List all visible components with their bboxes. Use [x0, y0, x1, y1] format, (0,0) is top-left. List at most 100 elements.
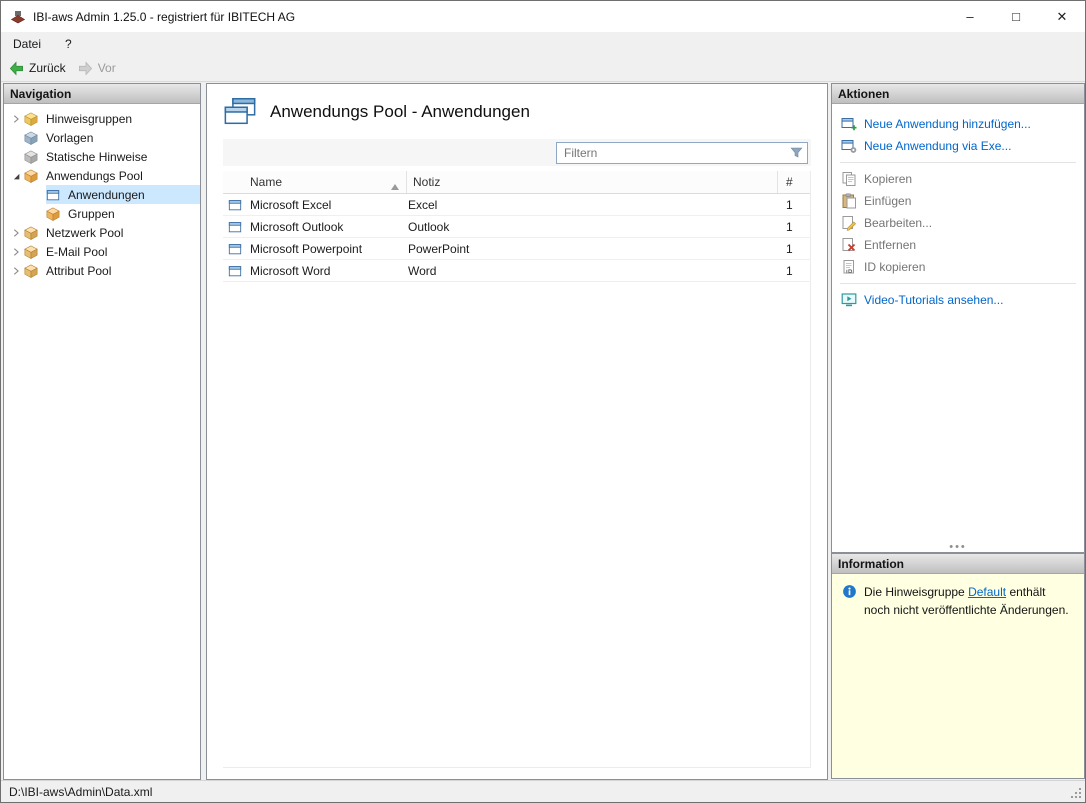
navigation-panel-header: Navigation — [4, 84, 200, 104]
resize-grip-icon[interactable] — [1070, 787, 1083, 800]
action-copy[interactable]: Kopieren — [832, 168, 1084, 190]
application-window-icon — [223, 198, 249, 212]
sidebar-item-label: Vorlagen — [46, 130, 94, 145]
sidebar-item-label: Anwendungs Pool — [46, 168, 143, 183]
chevron-right-icon[interactable] — [8, 228, 24, 238]
close-button[interactable]: ✕ — [1039, 1, 1085, 32]
sidebar-item-attribut-pool[interactable]: Attribut Pool — [4, 261, 200, 280]
cell-count: 1 — [786, 263, 793, 278]
action-label: Neue Anwendung hinzufügen... — [864, 117, 1031, 131]
information-panel: Information Die Hinweisgruppe Default en… — [831, 553, 1085, 779]
info-icon — [842, 584, 857, 599]
cell-notiz: Excel — [408, 197, 438, 212]
box-orange-icon — [46, 207, 65, 221]
sidebar-item-label: Anwendungen — [68, 187, 145, 202]
action-label: Einfügen — [864, 194, 912, 208]
sidebar-item-vorlagen[interactable]: Vorlagen — [4, 128, 200, 147]
column-header-name[interactable]: Name — [223, 171, 407, 193]
sort-ascending-icon — [391, 179, 399, 193]
action-new-application-via-exe[interactable]: Neue Anwendung via Exe... — [832, 135, 1084, 157]
cell-notiz: Word — [408, 263, 437, 278]
table-row[interactable]: Microsoft Word Word 1 — [223, 260, 810, 282]
sidebar-item-netzwerk-pool[interactable]: Netzwerk Pool — [4, 223, 200, 242]
main-panel: Anwendungs Pool - Anwendungen Name — [206, 83, 828, 780]
box-gray-icon — [24, 150, 43, 164]
information-body: Die Hinweisgruppe Default enthält noch n… — [832, 574, 1084, 778]
cell-name: Microsoft Word — [250, 263, 331, 278]
filter-box — [556, 141, 808, 164]
default-group-link[interactable]: Default — [968, 585, 1006, 599]
sidebar-item-statische-hinweise[interactable]: Statische Hinweise — [4, 147, 200, 166]
app-icon — [10, 9, 26, 25]
remove-icon — [841, 237, 857, 253]
action-copy-id[interactable]: ID kopieren — [832, 256, 1084, 278]
panel-splitter-grip[interactable]: ••• — [832, 542, 1084, 553]
back-button-label: Zurück — [29, 61, 66, 75]
sidebar-item-anwendungs-pool[interactable]: Anwendungs Pool — [4, 166, 200, 185]
chevron-right-icon[interactable] — [8, 114, 24, 124]
filter-row — [223, 139, 811, 166]
action-edit[interactable]: Bearbeiten... — [832, 212, 1084, 234]
cell-name: Microsoft Outlook — [250, 219, 344, 234]
applications-windows-icon — [223, 97, 257, 126]
table-header: Name Notiz # — [223, 171, 810, 194]
new-application-icon — [841, 116, 857, 132]
back-button[interactable]: Zurück — [9, 60, 66, 76]
information-message: Die Hinweisgruppe Default enthält noch n… — [864, 583, 1074, 619]
sidebar-item-label: Netzwerk Pool — [46, 225, 124, 240]
cell-name: Microsoft Powerpoint — [250, 241, 363, 256]
navigation-tree: Hinweisgruppen Vorlagen Statische Hinwei… — [4, 104, 200, 280]
window-title: IBI-aws Admin 1.25.0 - registriert für I… — [33, 9, 296, 24]
cell-notiz: PowerPoint — [408, 241, 470, 256]
column-header-notiz-label: Notiz — [413, 175, 441, 189]
menu-help[interactable]: ? — [62, 35, 75, 53]
forward-arrow-icon — [78, 60, 93, 76]
table-row[interactable]: Microsoft Outlook Outlook 1 — [223, 216, 810, 238]
sidebar-item-email-pool[interactable]: E-Mail Pool — [4, 242, 200, 261]
actions-panel: Aktionen Neue Anwendung hinzufügen... Ne… — [831, 83, 1085, 553]
sidebar-item-label: Statische Hinweise — [46, 149, 148, 164]
app-window: IBI-aws Admin 1.25.0 - registriert für I… — [0, 0, 1086, 803]
box-yellow-icon — [24, 112, 43, 126]
navigation-panel: Navigation Hinweisgruppen Vorlagen Stati… — [3, 83, 201, 780]
action-label: Kopieren — [864, 172, 913, 186]
action-new-application[interactable]: Neue Anwendung hinzufügen... — [832, 113, 1084, 135]
cell-name: Microsoft Excel — [250, 197, 332, 212]
table-row[interactable]: Microsoft Excel Excel 1 — [223, 194, 810, 216]
menu-datei[interactable]: Datei — [10, 35, 44, 53]
separator — [840, 283, 1076, 284]
column-header-notiz[interactable]: Notiz — [407, 171, 778, 193]
chevron-right-icon[interactable] — [8, 247, 24, 257]
sidebar-item-gruppen[interactable]: Gruppen — [4, 204, 200, 223]
box-orange-icon — [24, 169, 43, 183]
cell-count: 1 — [786, 197, 793, 212]
action-paste[interactable]: Einfügen — [832, 190, 1084, 212]
forward-button[interactable]: Vor — [78, 60, 116, 76]
main-header: Anwendungs Pool - Anwendungen — [207, 84, 827, 137]
chevron-right-icon[interactable] — [8, 266, 24, 276]
maximize-button[interactable]: □ — [993, 1, 1039, 32]
sidebar-item-hinweisgruppen[interactable]: Hinweisgruppen — [4, 109, 200, 128]
action-label: Bearbeiten... — [864, 216, 933, 230]
application-window-icon — [46, 188, 65, 202]
actions-list: Neue Anwendung hinzufügen... Neue Anwend… — [832, 104, 1084, 553]
minimize-button[interactable]: – — [947, 1, 993, 32]
copy-icon — [841, 171, 857, 187]
action-remove[interactable]: Entfernen — [832, 234, 1084, 256]
action-video-tutorials[interactable]: Video-Tutorials ansehen... — [832, 289, 1084, 311]
table-row[interactable]: Microsoft Powerpoint PowerPoint 1 — [223, 238, 810, 260]
box-bluegray-icon — [24, 131, 43, 145]
content-area: Navigation Hinweisgruppen Vorlagen Stati… — [1, 82, 1085, 782]
cell-notiz: Outlook — [408, 219, 450, 234]
chevron-down-icon[interactable] — [8, 171, 24, 181]
paste-icon — [841, 193, 857, 209]
forward-button-label: Vor — [97, 61, 116, 75]
column-header-count-label: # — [786, 175, 793, 189]
filter-input[interactable] — [556, 141, 808, 164]
filter-funnel-icon[interactable] — [790, 146, 803, 159]
column-header-count[interactable]: # — [778, 171, 810, 193]
actions-panel-header: Aktionen — [832, 84, 1084, 104]
separator — [840, 162, 1076, 163]
sidebar-item-anwendungen[interactable]: Anwendungen — [4, 185, 200, 204]
title-bar: IBI-aws Admin 1.25.0 - registriert für I… — [1, 1, 1085, 32]
